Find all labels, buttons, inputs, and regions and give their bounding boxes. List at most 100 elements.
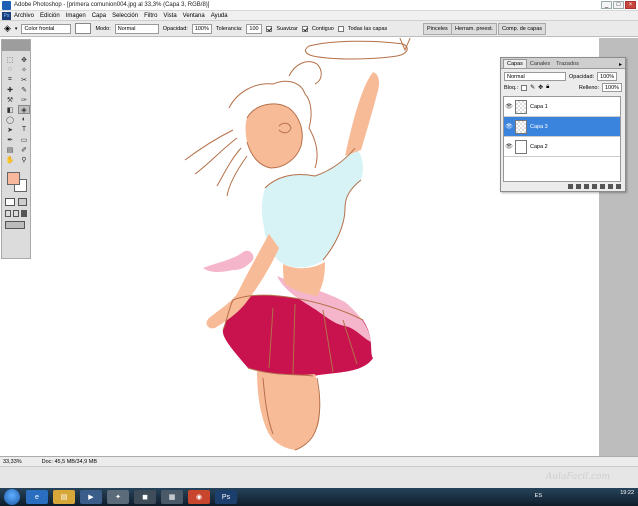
hand-icon[interactable]: ✋: [4, 155, 16, 164]
close-button[interactable]: ×: [625, 1, 636, 9]
standard-mode-icon[interactable]: [5, 198, 15, 206]
dodge-icon[interactable]: ◐: [18, 115, 30, 124]
title-bar: Adobe Photoshop - [primera comunion004.j…: [0, 0, 638, 11]
todas-capas-checkbox[interactable]: [337, 25, 344, 32]
imageready-icon[interactable]: [5, 221, 25, 229]
clock[interactable]: 19:22: [620, 490, 634, 497]
comp-capas-well-tab[interactable]: Comp. de capas: [498, 23, 547, 35]
blur-icon[interactable]: ◯: [4, 115, 16, 124]
slice-icon[interactable]: ✂: [18, 75, 30, 84]
stamp-icon[interactable]: ⚒: [4, 95, 16, 104]
adjustment-layer-icon[interactable]: [592, 184, 597, 189]
app-icon-3[interactable]: ▦: [161, 490, 183, 504]
layer-row-capa-1[interactable]: 👁︎ Capa 1: [504, 97, 620, 117]
link-layers-icon[interactable]: [568, 184, 573, 189]
tool-preset-arrow-icon[interactable]: ▾: [15, 26, 18, 32]
minimize-button[interactable]: _: [601, 1, 612, 9]
zoom-level[interactable]: 33,33%: [3, 459, 22, 465]
quick-mask-icon[interactable]: [17, 198, 27, 206]
visibility-eye-icon[interactable]: 👁︎: [504, 103, 514, 110]
eraser-icon[interactable]: ◧: [4, 105, 16, 114]
foreground-color-swatch[interactable]: [7, 172, 20, 185]
menu-imagen[interactable]: Imagen: [66, 13, 86, 19]
relleno-input[interactable]: 100%: [602, 83, 622, 92]
opacidad-input[interactable]: 100%: [191, 23, 212, 34]
screen-mode-menu-icon[interactable]: [13, 210, 19, 217]
layer-list: 👁︎ Capa 1 👁︎ Capa 3 👁︎ Capa 2: [503, 96, 621, 182]
layer-row-capa-2[interactable]: 👁︎ Capa 2: [504, 137, 620, 157]
paint-bucket-icon[interactable]: ◈: [18, 105, 30, 114]
crop-icon[interactable]: ⌗: [4, 75, 16, 84]
lock-paint-icon[interactable]: ✎: [530, 84, 535, 91]
imageready-row: [2, 219, 30, 233]
lock-transparency-icon[interactable]: [521, 84, 528, 91]
new-group-icon[interactable]: [600, 184, 605, 189]
bow-shape: [203, 250, 254, 272]
history-brush-icon[interactable]: ✑: [18, 95, 30, 104]
lock-all-icon[interactable]: 🔒︎: [546, 84, 549, 91]
menu-ayuda[interactable]: Ayuda: [211, 13, 228, 19]
new-layer-icon[interactable]: [608, 184, 613, 189]
panel-menu-icon[interactable]: ▸: [619, 61, 622, 68]
menu-edicion[interactable]: Edición: [40, 13, 60, 19]
pattern-swatch[interactable]: [75, 23, 92, 34]
zoom-icon[interactable]: ⚲: [18, 155, 30, 164]
language-indicator[interactable]: ES: [535, 493, 542, 500]
notes-icon[interactable]: ▤: [4, 145, 16, 154]
pinceles-well-tab[interactable]: Pinceles: [423, 23, 452, 35]
photoshop-app-icon: [2, 0, 11, 10]
herram-preest-well-tab[interactable]: Herram. preest.: [451, 23, 498, 35]
menu-archivo[interactable]: Archivo: [14, 13, 34, 19]
paint-bucket-icon[interactable]: ◈: [4, 23, 11, 34]
tool-grid: ⬚ ✥ ◌ ✧ ⌗ ✂ ✚ ✎ ⚒ ✑ ◧ ◈ ◯ ◐ ➤ T ✒ ▭ ▤ ✐ ✋ ⚲: [2, 51, 30, 168]
blend-mode-select[interactable]: Normal: [504, 72, 566, 81]
pen-icon[interactable]: ✒: [4, 135, 16, 144]
menu-seleccion[interactable]: Selección: [112, 13, 138, 19]
tab-trazados[interactable]: Trazados: [553, 60, 582, 68]
ps-logo-icon[interactable]: Ps: [2, 11, 11, 20]
maximize-button[interactable]: □: [613, 1, 624, 9]
modo-select[interactable]: Normal: [114, 23, 159, 34]
menu-capa[interactable]: Capa: [92, 13, 106, 19]
screen-mode-full-icon[interactable]: [21, 210, 27, 217]
move-icon[interactable]: ✥: [18, 55, 30, 64]
toolbox-grip[interactable]: [2, 40, 30, 51]
media-player-icon[interactable]: ▶: [80, 490, 102, 504]
tolerancia-input[interactable]: 100: [246, 23, 263, 34]
ie-icon[interactable]: e: [26, 490, 48, 504]
magic-wand-icon[interactable]: ✧: [18, 65, 30, 74]
visibility-eye-icon[interactable]: 👁︎: [504, 143, 514, 150]
tab-canales[interactable]: Canales: [527, 60, 553, 68]
menu-vista[interactable]: Vista: [163, 13, 176, 19]
chrome-icon[interactable]: ◉: [188, 490, 210, 504]
folder-icon[interactable]: ▤: [53, 490, 75, 504]
contiguo-checkbox[interactable]: [301, 25, 308, 32]
lasso-icon[interactable]: ◌: [4, 65, 16, 74]
type-icon[interactable]: T: [18, 125, 30, 134]
start-button[interactable]: [4, 489, 20, 505]
layer-opacidad-input[interactable]: 100%: [597, 72, 618, 81]
menu-filtro[interactable]: Filtro: [144, 13, 157, 19]
layer-mask-icon[interactable]: [584, 184, 589, 189]
app-icon-2[interactable]: ◼: [134, 490, 156, 504]
shape-icon[interactable]: ▭: [18, 135, 30, 144]
eyedropper-icon[interactable]: ✐: [18, 145, 30, 154]
app-icon-1[interactable]: ✦: [107, 490, 129, 504]
photoshop-task-icon[interactable]: Ps: [215, 490, 237, 504]
contiguo-label: Contiguo: [311, 25, 334, 32]
layer-row-capa-3[interactable]: 👁︎ Capa 3: [504, 117, 620, 137]
menu-ventana[interactable]: Ventana: [183, 13, 205, 19]
trash-icon[interactable]: [616, 184, 621, 189]
options-bar: ◈ ▾ Color frontal Modo: Normal Opacidad:…: [0, 21, 638, 37]
marquee-icon[interactable]: ⬚: [4, 55, 16, 64]
visibility-eye-icon[interactable]: 👁︎: [504, 123, 514, 130]
screen-mode-standard-icon[interactable]: [5, 210, 11, 217]
healing-icon[interactable]: ✚: [4, 85, 16, 94]
brush-icon[interactable]: ✎: [18, 85, 30, 94]
suavizar-checkbox[interactable]: [266, 25, 273, 32]
path-select-icon[interactable]: ➤: [4, 125, 16, 134]
layer-style-icon[interactable]: [576, 184, 581, 189]
tab-capas[interactable]: Capas: [503, 59, 527, 68]
lock-move-icon[interactable]: ✥: [538, 84, 543, 91]
fill-source-select[interactable]: Color frontal: [21, 23, 72, 34]
